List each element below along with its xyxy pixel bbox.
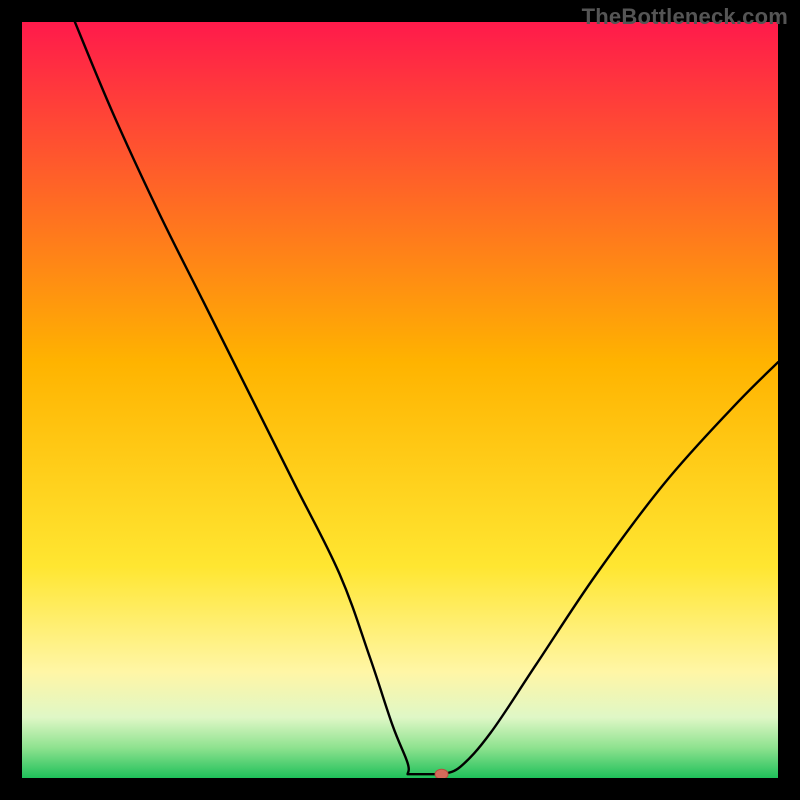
gradient-rect	[22, 22, 778, 778]
watermark-text: TheBottleneck.com	[582, 4, 788, 30]
chart-svg	[22, 22, 778, 778]
marker-dot	[435, 769, 448, 778]
plot-area	[22, 22, 778, 778]
chart-frame: TheBottleneck.com	[0, 0, 800, 800]
